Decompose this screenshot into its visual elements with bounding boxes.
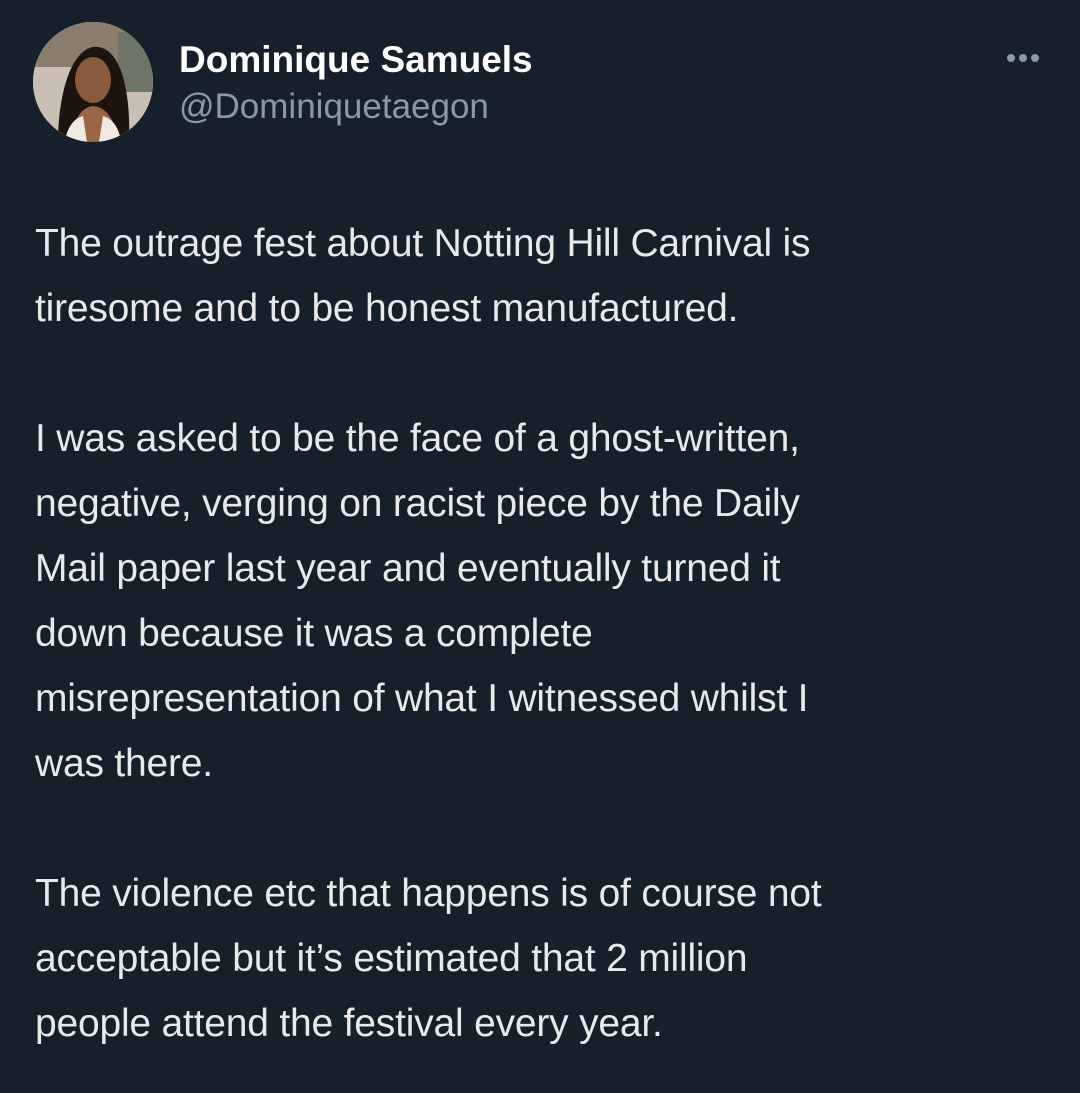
tweet-text: The outrage fest about Notting Hill Carn… bbox=[35, 211, 1045, 1056]
more-options-button[interactable] bbox=[1000, 40, 1046, 76]
dot-3 bbox=[1031, 54, 1039, 62]
avatar[interactable] bbox=[33, 22, 153, 142]
dot-1 bbox=[1007, 54, 1015, 62]
tweet-paragraph-3: The violence etc that happens is of cour… bbox=[35, 872, 822, 1045]
dot-2 bbox=[1019, 54, 1027, 62]
author-display-name[interactable]: Dominique Samuels bbox=[179, 38, 533, 82]
tweet-card: Dominique Samuels @Dominiquetaegon The o… bbox=[0, 0, 1080, 1093]
more-horizontal-icon bbox=[1007, 54, 1039, 62]
author-handle[interactable]: @Dominiquetaegon bbox=[179, 86, 489, 128]
tweet-paragraph-1: The outrage fest about Notting Hill Carn… bbox=[35, 222, 811, 330]
profile-photo-icon bbox=[33, 22, 153, 142]
tweet-paragraph-2: I was asked to be the face of a ghost-wr… bbox=[35, 417, 809, 785]
